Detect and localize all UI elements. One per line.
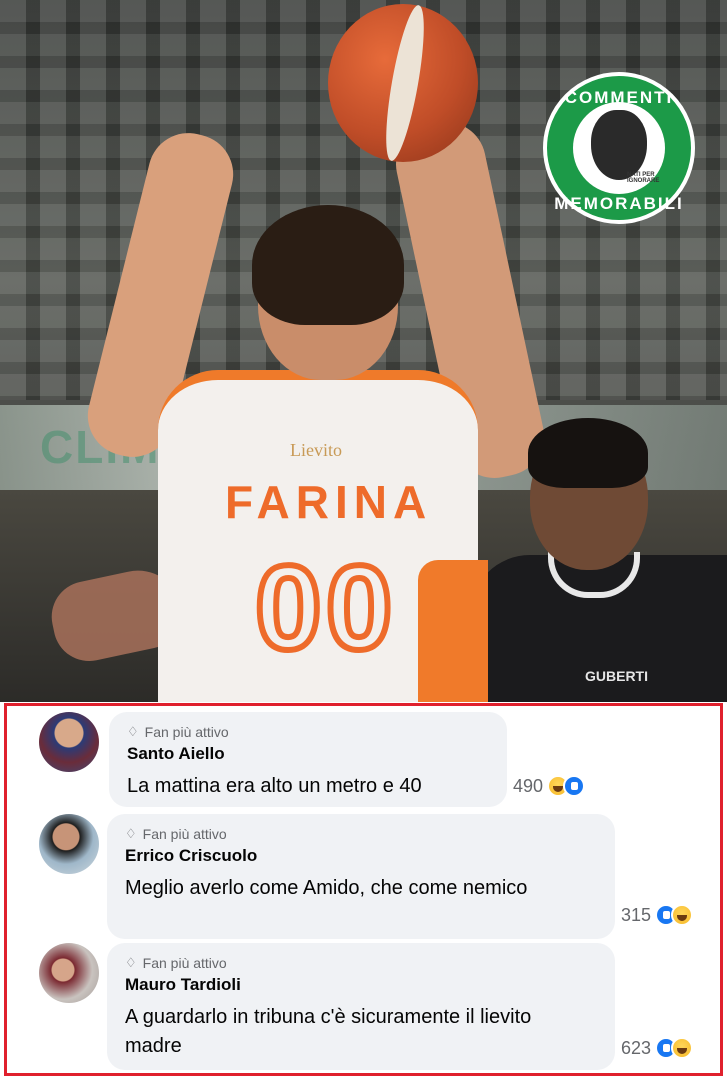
comment-author[interactable]: Mauro Tardioli <box>125 975 241 995</box>
basketball-photo: CLIM GUBERTI Lievito FARINA 00 COMMENTI … <box>0 0 727 702</box>
player-jersey-side-panel <box>418 560 488 702</box>
diamond-icon: ♢ <box>127 724 139 739</box>
comment-bubble[interactable]: ♢ Fan più attivo Santo Aiello La mattina… <box>109 712 507 807</box>
opponent-hair <box>528 418 648 488</box>
logo-small-text: NATI PER IGNORARE <box>627 172 660 184</box>
diamond-icon: ♢ <box>125 826 137 841</box>
haha-icon <box>671 1037 694 1059</box>
haha-icon <box>671 904 694 926</box>
like-icon <box>563 775 586 797</box>
top-fan-badge: ♢ Fan più attivo <box>125 826 227 842</box>
reaction-count: 623 <box>621 1037 652 1058</box>
avatar[interactable] <box>39 814 99 874</box>
jersey-player-name: FARINA <box>225 476 433 528</box>
comment-text: Meglio averlo come Amido, che come nemic… <box>125 877 528 899</box>
comment-bubble[interactable]: ♢ Fan più attivo Errico Criscuolo Meglio… <box>107 814 615 939</box>
jersey-sponsor: Lievito <box>290 440 342 460</box>
avatar[interactable] <box>39 943 99 1003</box>
comment-bubble[interactable]: ♢ Fan più attivo Mauro Tardioli A guarda… <box>107 943 615 1070</box>
comment-text: A guardarlo in tribuna c'è sicuramente i… <box>125 1006 532 1057</box>
avatar[interactable] <box>39 712 99 772</box>
reaction-summary[interactable]: 623 <box>621 1037 694 1059</box>
diamond-icon: ♢ <box>125 955 137 970</box>
comment-author[interactable]: Errico Criscuolo <box>125 846 257 866</box>
commenti-memorabili-logo: COMMENTI NATI PER IGNORARE MEMORABILI <box>543 72 695 224</box>
badge-label: Fan più attivo <box>144 724 229 740</box>
jersey-number: 00 <box>252 541 397 675</box>
player-hair <box>252 205 404 325</box>
bearded-face-icon <box>591 110 647 180</box>
comment-author[interactable]: Santo Aiello <box>127 744 225 764</box>
reaction-summary[interactable]: 315 <box>621 904 694 926</box>
comments-section: ♢ Fan più attivo Santo Aiello La mattina… <box>4 703 723 1076</box>
logo-bottom-text: MEMORABILI <box>554 194 684 213</box>
top-fan-badge: ♢ Fan più attivo <box>125 955 227 971</box>
badge-label: Fan più attivo <box>142 955 227 971</box>
top-fan-badge: ♢ Fan più attivo <box>127 724 229 740</box>
reaction-count: 490 <box>513 775 544 796</box>
reaction-count: 315 <box>621 904 652 925</box>
opponent-sponsor: GUBERTI <box>585 668 648 684</box>
reaction-summary[interactable]: 490 <box>513 775 586 797</box>
badge-label: Fan più attivo <box>142 826 227 842</box>
